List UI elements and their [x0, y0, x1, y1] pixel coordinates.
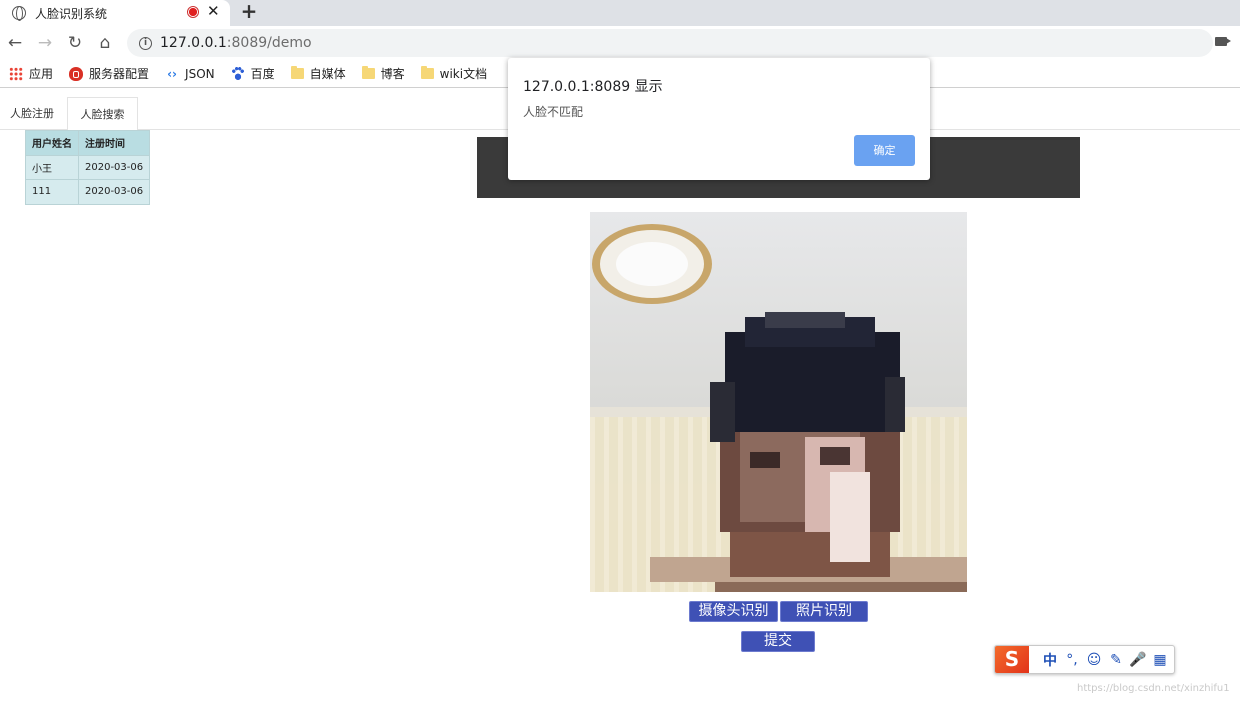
camera-image	[590, 212, 967, 592]
bookmark-wiki[interactable]: wiki文档	[420, 65, 488, 82]
tab-face-search[interactable]: 人脸搜索	[67, 97, 138, 131]
bookmark-label: 应用	[29, 67, 54, 81]
table-cell: 111	[25, 179, 79, 205]
table-cell: 小王	[25, 154, 79, 180]
forward-arrow-icon[interactable]: →	[34, 32, 56, 54]
camera-preview	[590, 212, 967, 592]
bookmark-label: 自媒体	[309, 67, 346, 81]
home-icon[interactable]: ⌂	[94, 32, 116, 54]
back-arrow-icon[interactable]: ←	[4, 32, 26, 54]
emoji-icon[interactable]: ☺	[1083, 652, 1105, 668]
chinese-mode-icon[interactable]: 中	[1039, 650, 1061, 670]
bookmark-apps[interactable]: 应用	[9, 65, 53, 82]
recording-icon	[187, 6, 199, 18]
bookmark-server-config[interactable]: 服务器配置	[69, 65, 149, 82]
bookmark-label: 博客	[380, 67, 405, 81]
bookmark-baidu[interactable]: 百度	[230, 65, 275, 82]
bookmark-json[interactable]: ‹› JSON	[165, 67, 215, 81]
toolbox-icon[interactable]: ▦	[1149, 652, 1171, 668]
tab-title: 人脸识别系统	[35, 6, 108, 21]
alert-dialog: 127.0.0.1:8089 显示 人脸不匹配 确定	[508, 58, 930, 180]
table-row: 111 2020-03-06	[25, 179, 151, 205]
ime-toolbar: S 中 °, ☺ ✎ 🎤 ▦	[994, 645, 1175, 674]
globe-icon	[12, 6, 26, 21]
bookmark-label: 百度	[250, 67, 275, 81]
close-tab-icon[interactable]: ✕	[207, 2, 220, 20]
bookmark-media[interactable]: 自媒体	[290, 65, 346, 82]
handwriting-icon[interactable]: ✎	[1105, 652, 1127, 668]
microphone-icon[interactable]: 🎤	[1127, 652, 1149, 668]
shield-icon	[69, 66, 84, 81]
bookmark-label: wiki文档	[439, 67, 488, 81]
alert-title: 127.0.0.1:8089 显示	[523, 79, 663, 95]
folder-icon	[361, 66, 375, 79]
bookmark-label: 服务器配置	[89, 67, 150, 81]
column-header: 用户姓名	[25, 130, 79, 156]
submit-button[interactable]: 提交	[741, 631, 815, 652]
alert-message: 人脸不匹配	[523, 105, 584, 119]
table-cell: 2020-03-06	[77, 154, 151, 180]
table-row: 小王 2020-03-06	[25, 154, 151, 180]
column-header: 注册时间	[77, 130, 151, 156]
camera-recognition-button[interactable]: 摄像头识别	[689, 601, 778, 622]
url-path: :8089/demo	[226, 35, 312, 51]
table-cell: 2020-03-06	[77, 179, 151, 205]
photo-recognition-button[interactable]: 照片识别	[780, 601, 868, 622]
url-host: 127.0.0.1	[160, 35, 227, 51]
watermark: https://blog.csdn.net/xinzhifu1	[1077, 683, 1230, 694]
tab-face-register[interactable]: 人脸注册	[0, 97, 64, 130]
folder-icon	[420, 66, 434, 79]
folder-icon	[290, 66, 304, 79]
bookmark-label: JSON	[185, 66, 215, 81]
alert-ok-button[interactable]: 确定	[854, 135, 915, 166]
table-header-row: 用户姓名 注册时间	[25, 130, 151, 156]
apps-icon	[9, 66, 23, 81]
new-tab-button[interactable]: +	[238, 0, 260, 22]
info-icon[interactable]: i	[139, 36, 152, 50]
bookmark-blog[interactable]: 博客	[361, 65, 405, 82]
user-table: 用户姓名 注册时间 小王 2020-03-06 111 2020-03-06	[25, 130, 151, 205]
browser-toolbar: ← → ↻ ⌂ i 127.0.0.1:8089/demo	[0, 26, 1240, 60]
camera-icon[interactable]	[1215, 37, 1231, 46]
baidu-paw-icon	[230, 66, 245, 81]
sogou-logo-icon[interactable]: S	[995, 646, 1029, 673]
punctuation-icon[interactable]: °,	[1061, 652, 1083, 668]
json-icon: ‹›	[167, 66, 177, 81]
address-bar[interactable]: i 127.0.0.1:8089/demo	[127, 29, 1213, 57]
reload-icon[interactable]: ↻	[64, 32, 86, 54]
browser-tab[interactable]: 人脸识别系统 ✕	[0, 0, 230, 26]
